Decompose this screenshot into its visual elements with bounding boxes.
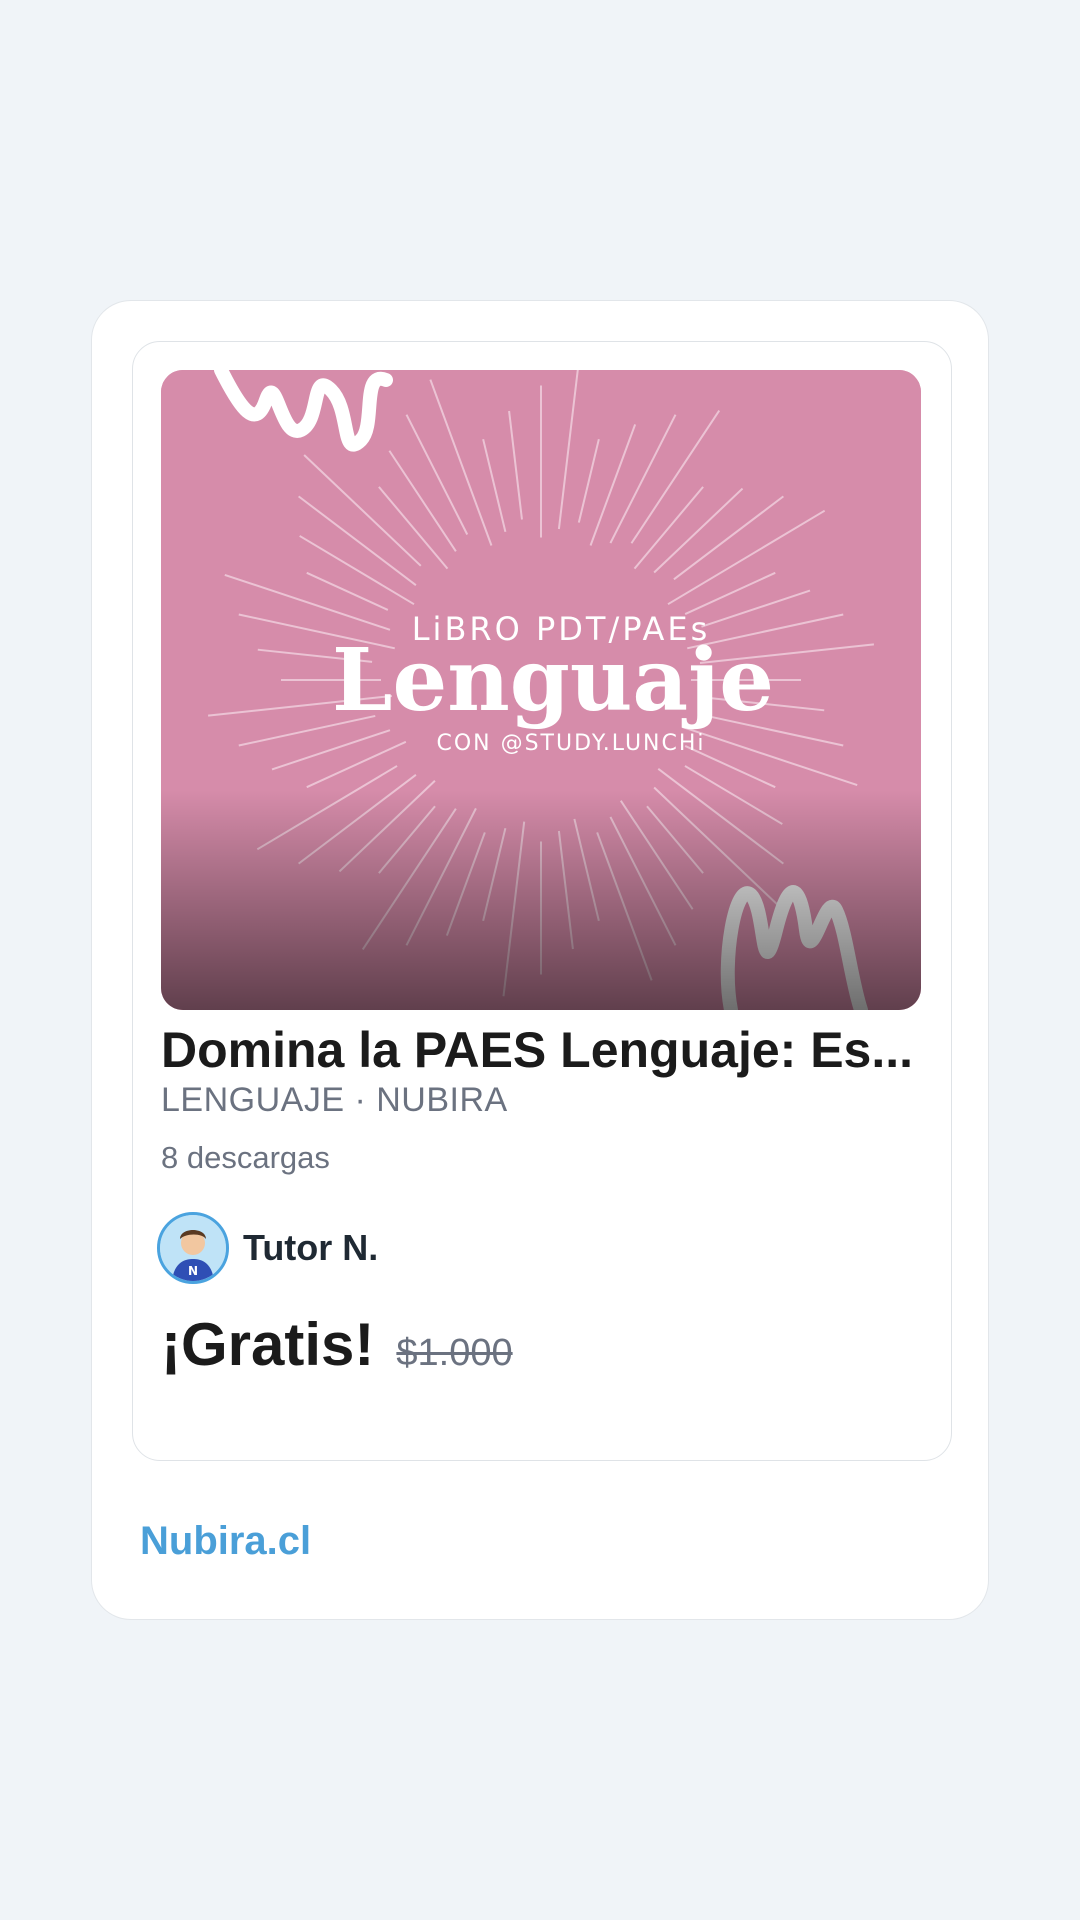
tutor-avatar-icon: N bbox=[157, 1212, 229, 1284]
author-name: Tutor N. bbox=[243, 1227, 379, 1268]
product-cover-image[interactable]: LiBRO PDT/PAEs Lenguaje CON @STUDY.LUNCH… bbox=[161, 370, 921, 1010]
original-price: $1.000 bbox=[396, 1332, 513, 1374]
product-category-meta: LENGUAJE · NUBIRA bbox=[161, 1081, 508, 1119]
price-row: ¡Gratis! $1.000 bbox=[161, 1310, 513, 1379]
author-chip[interactable]: N Tutor N. bbox=[157, 1210, 378, 1286]
product-title[interactable]: Domina la PAES Lenguaje: Es... bbox=[161, 1020, 923, 1080]
site-link[interactable]: Nubira.cl bbox=[140, 1519, 311, 1564]
svg-text:N: N bbox=[188, 1264, 198, 1278]
cover-bottom-line: CON @STUDY.LUNCHi bbox=[436, 731, 705, 756]
price-label: ¡Gratis! bbox=[161, 1311, 375, 1378]
share-card: LiBRO PDT/PAEs Lenguaje CON @STUDY.LUNCH… bbox=[91, 300, 989, 1620]
cover-main-word: Lenguaje bbox=[332, 630, 774, 731]
download-count: 8 descargas bbox=[161, 1140, 330, 1175]
product-card[interactable]: LiBRO PDT/PAEs Lenguaje CON @STUDY.LUNCH… bbox=[132, 341, 952, 1461]
